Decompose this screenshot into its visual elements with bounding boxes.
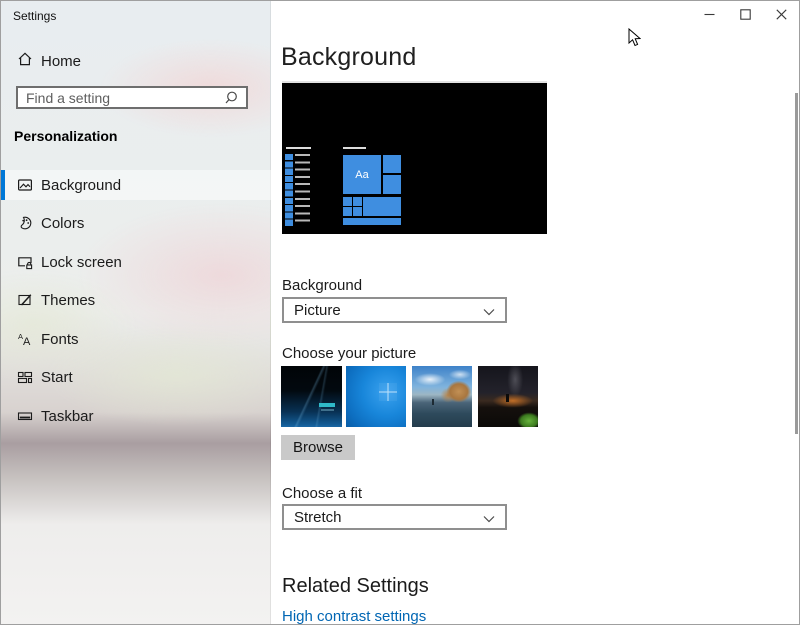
app-title: Settings (13, 9, 56, 23)
choose-fit-value: Stretch (294, 509, 342, 526)
start-tiles-icon (17, 369, 33, 385)
thumbnail-person-silhouette (506, 394, 509, 402)
preview-tile (363, 197, 401, 216)
sidebar: Settings Home Personalization Background (1, 1, 271, 624)
background-preview: Aa (282, 83, 547, 234)
preview-applist-text-lines (295, 154, 310, 227)
sidebar-item-background[interactable]: Background (1, 170, 271, 200)
home-icon (17, 51, 33, 71)
svg-text:A: A (23, 336, 31, 347)
sidebar-item-fonts[interactable]: AA Fonts (1, 324, 271, 354)
preview-tile (343, 197, 352, 206)
minimize-button[interactable] (691, 1, 727, 30)
preview-tile (383, 155, 401, 173)
preview-tile-large: Aa (343, 155, 381, 194)
palette-icon (17, 215, 33, 231)
mouse-cursor (628, 28, 641, 53)
choose-picture-label: Choose your picture (282, 345, 416, 362)
section-header-personalization: Personalization (14, 128, 117, 144)
search-input[interactable] (18, 90, 225, 106)
picture-icon (17, 177, 33, 193)
background-type-value: Picture (294, 302, 341, 319)
page-title: Background (281, 43, 416, 72)
sidebar-item-taskbar[interactable]: Taskbar (1, 401, 271, 431)
close-button[interactable] (763, 1, 799, 30)
search-icon[interactable] (225, 91, 238, 104)
preview-tile (343, 207, 352, 216)
maximize-icon (740, 8, 751, 23)
lock-screen-icon (17, 254, 33, 270)
preview-applist-icons (285, 154, 293, 227)
sidebar-item-start[interactable]: Start (1, 362, 271, 392)
preview-tile (383, 175, 401, 194)
sidebar-item-themes[interactable]: Themes (1, 285, 271, 315)
sidebar-item-home[interactable]: Home (1, 47, 271, 75)
preview-tile-label: Aa (355, 169, 368, 181)
preview-tile (343, 218, 401, 225)
background-type-dropdown[interactable]: Picture (282, 297, 507, 323)
picture-thumbnail-night-camping[interactable] (478, 366, 538, 427)
window-controls (691, 1, 799, 30)
picture-thumbnail-beach[interactable] (412, 366, 472, 427)
sidebar-item-label: Start (41, 369, 73, 386)
taskbar-icon (17, 408, 33, 424)
sidebar-item-label: Lock screen (41, 254, 122, 271)
chevron-down-icon (483, 515, 495, 523)
thumbnail-logo-badge (319, 403, 335, 407)
close-icon (776, 8, 787, 23)
fonts-icon: AA (17, 331, 33, 347)
themes-icon (17, 292, 33, 308)
sidebar-item-colors[interactable]: Colors (1, 208, 271, 238)
preview-tile (353, 197, 362, 206)
sidebar-item-label: Themes (41, 292, 95, 309)
sidebar-item-label: Colors (41, 215, 84, 232)
thumbnail-logo-text (321, 409, 334, 411)
home-label: Home (41, 53, 81, 70)
choose-fit-label: Choose a fit (282, 485, 362, 502)
vertical-scrollbar[interactable] (795, 93, 798, 434)
sidebar-item-label: Fonts (41, 331, 79, 348)
picture-thumbnail-dark-abstract[interactable] (281, 366, 342, 427)
choose-fit-dropdown[interactable]: Stretch (282, 504, 507, 530)
sidebar-item-label: Taskbar (41, 408, 94, 425)
sidebar-item-lock-screen[interactable]: Lock screen (1, 247, 271, 277)
browse-button[interactable]: Browse (281, 435, 355, 460)
minimize-icon (704, 8, 715, 23)
thumbnail-person-silhouette (432, 399, 434, 405)
related-settings-title: Related Settings (282, 575, 429, 598)
chevron-down-icon (483, 308, 495, 316)
sidebar-item-label: Background (41, 177, 121, 194)
background-dropdown-label: Background (282, 277, 362, 294)
preview-tiles-heading (343, 147, 366, 149)
high-contrast-settings-link[interactable]: High contrast settings (282, 608, 426, 625)
settings-window: Settings Home Personalization Background (0, 0, 800, 625)
search-box (16, 86, 248, 109)
maximize-button[interactable] (727, 1, 763, 30)
preview-tile (353, 207, 362, 216)
windows-logo-glow (379, 383, 397, 401)
picture-thumbnail-windows-default[interactable] (346, 366, 406, 427)
preview-applist-heading (286, 147, 311, 149)
